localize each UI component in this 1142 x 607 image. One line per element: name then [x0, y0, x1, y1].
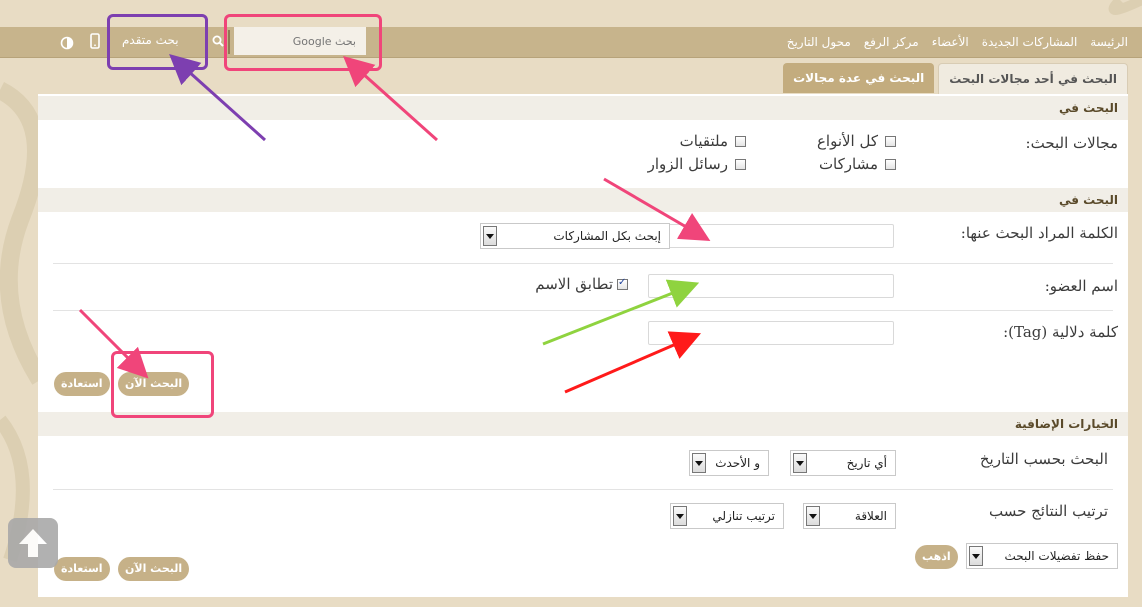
tab-single-field[interactable]: البحث في أحد مجالات البحث — [938, 63, 1128, 94]
checkbox-visitor-messages-label: رسائل الزوار — [647, 155, 728, 173]
sort-results-label: ترتيب النتائج حسب — [988, 502, 1108, 520]
nav-new-posts[interactable]: المشاركات الجديدة — [982, 35, 1078, 49]
save-preferences-value: حفظ تفضيلات البحث — [1004, 549, 1109, 563]
tag-label: كلمة دلالية (Tag): — [1003, 323, 1118, 341]
chevron-down-icon — [806, 506, 820, 526]
checkbox-visitor-messages[interactable] — [735, 159, 746, 170]
date-select[interactable]: أي تاريخ — [790, 450, 896, 476]
chevron-down-icon — [483, 226, 497, 246]
section-header-search-in: البحث في — [38, 96, 1128, 120]
date-direction-select[interactable]: و الأحدث — [689, 450, 769, 476]
checkbox-posts-label: مشاركات — [818, 155, 878, 173]
checkbox-posts[interactable] — [885, 159, 896, 170]
date-select-value: أي تاريخ — [846, 456, 887, 470]
chevron-down-icon — [969, 546, 983, 566]
section-header-search-in-2: البحث في — [38, 188, 1128, 212]
highlight-search-now — [111, 351, 214, 418]
go-button[interactable]: اذهب — [915, 545, 958, 569]
sort-order-value: ترتيب تنازلي — [712, 509, 775, 523]
highlight-search-box — [224, 14, 382, 71]
divider — [53, 310, 1113, 311]
nav-date-converter[interactable]: محول التاريخ — [787, 35, 851, 49]
search-panel: البحث في مجالات البحث: كل الأنواع مشاركا… — [38, 94, 1128, 597]
contrast-icon[interactable] — [60, 35, 74, 54]
search-tabs: البحث في أحد مجالات البحث البحث في عدة م… — [783, 63, 1128, 94]
main-nav: الرئيسة المشاركات الجديدة الأعضاء مركز ا… — [787, 27, 1128, 57]
member-name-label: اسم العضو: — [1044, 277, 1118, 295]
reset-button[interactable]: استعادة — [54, 372, 110, 396]
nav-home[interactable]: الرئيسة — [1090, 35, 1128, 49]
member-name-input[interactable] — [648, 274, 894, 298]
keyword-label: الكلمة المراد البحث عنها: — [960, 224, 1118, 242]
checkbox-all-types[interactable] — [885, 136, 896, 147]
sort-field-select[interactable]: العلاقة — [803, 503, 896, 529]
sort-order-select[interactable]: ترتيب تنازلي — [670, 503, 784, 529]
checkbox-forums[interactable] — [735, 136, 746, 147]
chevron-down-icon — [692, 453, 706, 473]
divider — [53, 489, 1113, 490]
arrow-up-icon — [19, 529, 47, 557]
chevron-down-icon — [673, 506, 687, 526]
divider — [53, 263, 1113, 264]
tag-input[interactable] — [648, 321, 894, 345]
date-filter-label: البحث بحسب التاريخ — [979, 450, 1108, 468]
search-now-button-bottom[interactable]: البحث الآن — [118, 557, 190, 581]
highlight-advanced-search — [107, 14, 208, 70]
exact-name-label: تطابق الاسم — [535, 275, 613, 293]
sort-field-value: العلاقة — [854, 509, 887, 523]
save-preferences-select[interactable]: حفظ تفضيلات البحث — [966, 543, 1118, 569]
keyword-input[interactable] — [648, 224, 894, 248]
scroll-to-top-button[interactable] — [8, 518, 58, 568]
tab-multiple-fields[interactable]: البحث في عدة مجالات — [783, 63, 935, 93]
nav-members[interactable]: الأعضاء — [932, 35, 969, 49]
nav-upload-center[interactable]: مركز الرفع — [864, 35, 919, 49]
checkbox-all-types-label: كل الأنواع — [816, 132, 878, 150]
reset-button-bottom[interactable]: استعادة — [54, 557, 110, 581]
mobile-icon[interactable] — [90, 33, 100, 53]
chevron-down-icon — [793, 453, 807, 473]
keyword-scope-select[interactable]: إبحث بكل المشاركات — [480, 223, 670, 249]
checkbox-exact-name[interactable] — [617, 277, 628, 290]
keyword-scope-value: إبحث بكل المشاركات — [553, 229, 661, 243]
date-direction-value: و الأحدث — [715, 456, 760, 470]
search-fields-label: مجالات البحث: — [1025, 134, 1118, 152]
checkbox-forums-label: ملتقيات — [679, 132, 728, 150]
